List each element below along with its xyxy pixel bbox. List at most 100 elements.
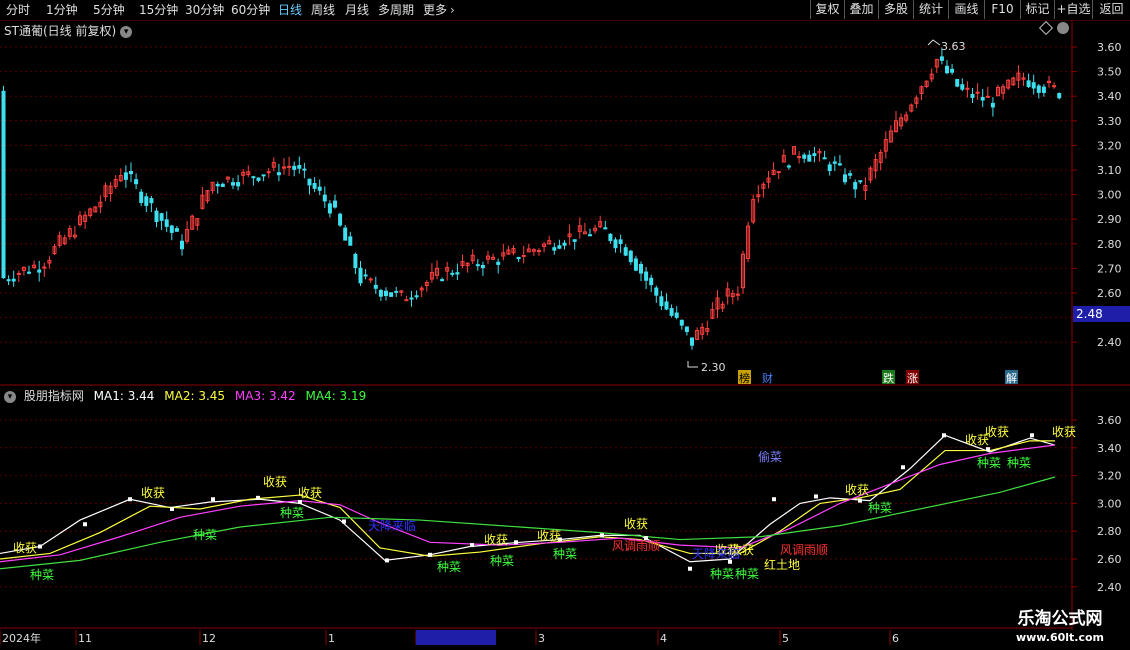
candle-body[interactable] bbox=[440, 279, 445, 282]
candle-body[interactable] bbox=[480, 264, 485, 269]
candle-body[interactable] bbox=[955, 79, 960, 87]
candle-body[interactable] bbox=[603, 227, 608, 230]
candle-body[interactable] bbox=[174, 228, 179, 232]
candle-body[interactable] bbox=[1052, 85, 1057, 88]
tab-daily[interactable]: 日线 bbox=[278, 0, 302, 20]
candle-body[interactable] bbox=[837, 163, 842, 166]
candle-body[interactable] bbox=[159, 213, 164, 221]
candle-body[interactable] bbox=[572, 239, 577, 242]
candle-body[interactable] bbox=[338, 213, 343, 226]
candle-body[interactable] bbox=[11, 278, 16, 282]
f10-button[interactable]: F10 bbox=[984, 0, 1020, 19]
stats-button[interactable]: 统计 bbox=[913, 0, 948, 19]
candle-body[interactable] bbox=[674, 312, 679, 318]
candle-body[interactable] bbox=[965, 87, 970, 90]
candle-body[interactable] bbox=[659, 296, 664, 307]
candle-body[interactable] bbox=[608, 233, 613, 241]
chevron-down-icon[interactable]: ▾ bbox=[4, 390, 16, 403]
candle-body[interactable] bbox=[327, 203, 332, 214]
candle-body[interactable] bbox=[975, 91, 980, 94]
candle-body[interactable] bbox=[1036, 85, 1041, 93]
candle-body[interactable] bbox=[516, 256, 521, 260]
candle-body[interactable] bbox=[154, 210, 159, 223]
candle-body[interactable] bbox=[853, 182, 858, 190]
candle-body[interactable] bbox=[848, 173, 853, 176]
back-button[interactable]: 返回 bbox=[1092, 0, 1130, 19]
candle-body[interactable] bbox=[27, 271, 31, 274]
candle-body[interactable] bbox=[679, 319, 684, 326]
candle-body[interactable] bbox=[618, 239, 623, 245]
candle-body[interactable] bbox=[164, 219, 169, 227]
tab-15min[interactable]: 15分钟 bbox=[139, 0, 178, 20]
candle-body[interactable] bbox=[302, 168, 307, 171]
candle-body[interactable] bbox=[858, 180, 863, 183]
candle-body[interactable] bbox=[261, 174, 266, 177]
candle-body[interactable] bbox=[312, 183, 317, 189]
candle-body[interactable] bbox=[266, 171, 271, 174]
candle-body[interactable] bbox=[251, 176, 256, 179]
candle-body[interactable] bbox=[980, 96, 985, 101]
candle-body[interactable] bbox=[215, 183, 220, 187]
candle-body[interactable] bbox=[945, 65, 949, 74]
mark-button[interactable]: 标记 bbox=[1020, 0, 1054, 19]
candle-body[interactable] bbox=[134, 179, 139, 185]
candle-body[interactable] bbox=[231, 182, 235, 186]
candle-body[interactable] bbox=[322, 194, 327, 202]
candle-body[interactable] bbox=[455, 272, 460, 275]
indicator-name[interactable]: 股朋指标网 bbox=[24, 389, 84, 403]
overlay-button[interactable]: 叠加 bbox=[844, 0, 878, 19]
candle-body[interactable] bbox=[256, 177, 261, 181]
tab-30min[interactable]: 30分钟 bbox=[185, 0, 224, 20]
candle-body[interactable] bbox=[735, 293, 740, 296]
multi-stock-button[interactable]: 多股 bbox=[878, 0, 913, 19]
candle-body[interactable] bbox=[37, 269, 42, 273]
candle-body[interactable] bbox=[123, 172, 128, 180]
candle-body[interactable] bbox=[129, 171, 133, 175]
candlestick-chart[interactable]: 3.60 3.50 3.40 3.30 3.20 3.10 3.00 2.90 2.80 2.70… bbox=[0, 20, 1130, 650]
candle-body[interactable] bbox=[827, 164, 832, 172]
fuquan-button[interactable]: 复权 bbox=[810, 0, 844, 19]
candle-body[interactable] bbox=[307, 178, 312, 186]
candle-body[interactable] bbox=[149, 198, 154, 204]
candle-body[interactable] bbox=[276, 172, 281, 176]
candle-body[interactable] bbox=[822, 157, 827, 160]
candle-body[interactable] bbox=[807, 154, 812, 162]
candle-body[interactable] bbox=[562, 242, 567, 246]
tab-1min[interactable]: 1分钟 bbox=[46, 0, 78, 20]
candle-body[interactable] bbox=[394, 290, 399, 293]
candle-body[interactable] bbox=[378, 289, 383, 297]
candle-body[interactable] bbox=[450, 272, 455, 275]
candle-body[interactable] bbox=[1026, 80, 1031, 87]
draw-line-button[interactable]: 画线 bbox=[948, 0, 984, 19]
candle-body[interactable] bbox=[639, 263, 643, 274]
candle-body[interactable] bbox=[389, 292, 394, 297]
candle-body[interactable] bbox=[287, 165, 292, 168]
candle-body[interactable] bbox=[654, 287, 659, 296]
candle-body[interactable] bbox=[950, 68, 955, 73]
candle-body[interactable] bbox=[623, 247, 628, 256]
candle-body[interactable] bbox=[802, 154, 807, 159]
candle-body[interactable] bbox=[786, 165, 791, 168]
candle-body[interactable] bbox=[1031, 82, 1036, 89]
candle-body[interactable] bbox=[797, 156, 802, 159]
candle-body[interactable] bbox=[649, 277, 654, 286]
candle-body[interactable] bbox=[6, 279, 11, 282]
candle-body[interactable] bbox=[557, 245, 562, 249]
tab-5min[interactable]: 5分钟 bbox=[93, 0, 125, 20]
candle-body[interactable] bbox=[776, 171, 781, 174]
candle-body[interactable] bbox=[363, 274, 368, 277]
candle-body[interactable] bbox=[236, 182, 241, 187]
candle-body[interactable] bbox=[348, 236, 353, 246]
candle-body[interactable] bbox=[409, 297, 414, 300]
event-mark-cai[interactable]: 财 bbox=[762, 371, 773, 385]
candle-body[interactable] bbox=[990, 102, 995, 108]
candle-body[interactable] bbox=[343, 227, 348, 241]
candle-body[interactable] bbox=[588, 234, 592, 237]
candle-body[interactable] bbox=[832, 161, 837, 164]
tab-more[interactable]: 更多 › bbox=[423, 0, 455, 20]
add-watchlist-button[interactable]: +自选 bbox=[1054, 0, 1092, 19]
candle-body[interactable] bbox=[812, 153, 817, 157]
candle-body[interactable] bbox=[42, 266, 47, 269]
candle-body[interactable] bbox=[684, 326, 689, 333]
gear-icon[interactable] bbox=[1057, 22, 1069, 34]
